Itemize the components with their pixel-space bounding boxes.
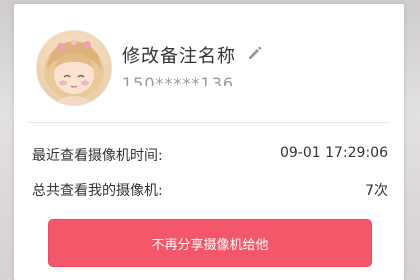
stop-sharing-button[interactable]: 不再分享摄像机给他 xyxy=(48,219,372,267)
avatar xyxy=(36,30,112,106)
remark-name[interactable]: 修改备注名称 xyxy=(122,42,236,68)
total-views-value: 7次 xyxy=(365,183,388,199)
pencil-icon[interactable] xyxy=(246,44,264,62)
last-view-label: 最近查看摄像机时间: xyxy=(32,148,163,164)
last-view-value: 09-01 17:29:06 xyxy=(279,145,388,161)
divider xyxy=(28,122,390,123)
phone-number-clip: 150*****136 xyxy=(122,74,282,86)
total-views-label: 总共查看我的摄像机: xyxy=(32,183,163,199)
avatar-illustration xyxy=(44,39,104,105)
phone-number: 150*****136 xyxy=(122,74,235,86)
user-share-card: 修改备注名称 150*****136 最近查看摄像机时间: 09-01 17:2… xyxy=(14,4,404,280)
